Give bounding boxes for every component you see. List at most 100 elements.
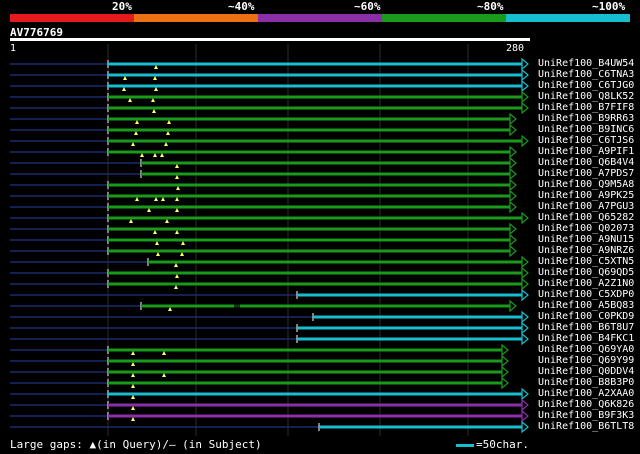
hit-arrow xyxy=(509,189,517,203)
query-gap-marker xyxy=(180,252,184,256)
hit-bar xyxy=(108,62,522,66)
hit-arrow xyxy=(521,420,529,434)
query-gap-marker xyxy=(131,142,135,146)
hit-bar xyxy=(108,95,522,99)
hit-arrow xyxy=(509,200,517,214)
hit-label[interactable]: UniRef100_A5BQ83 xyxy=(538,300,634,311)
query-gap-marker xyxy=(175,274,179,278)
query-gap-marker xyxy=(131,373,135,377)
query-gap-marker xyxy=(131,362,135,366)
hit-arrow xyxy=(509,112,517,126)
hit-label[interactable]: UniRef100_B9INC6 xyxy=(538,124,634,135)
query-gap-marker xyxy=(176,186,180,190)
query-gap-marker xyxy=(154,65,158,69)
query-gap-marker xyxy=(155,241,159,245)
hit-label[interactable]: UniRef100_A9NU15 xyxy=(538,234,634,245)
query-gap-marker xyxy=(153,76,157,80)
hit-bar xyxy=(313,315,522,319)
hit-label[interactable]: UniRef100_B9F3K3 xyxy=(538,410,634,421)
query-gap-marker xyxy=(175,230,179,234)
hit-label[interactable]: UniRef100_Q69QD5 xyxy=(538,267,634,278)
hit-arrow xyxy=(501,354,509,368)
hit-bar xyxy=(108,282,522,286)
hit-bar xyxy=(141,161,510,165)
query-gap-marker xyxy=(131,417,135,421)
hit-label[interactable]: UniRef100_Q0DDV4 xyxy=(538,366,634,377)
query-gap-marker xyxy=(168,307,172,311)
hit-label[interactable]: UniRef100_Q6K826 xyxy=(538,399,634,410)
hit-label[interactable]: UniRef100_Q9M5A8 xyxy=(538,179,634,190)
hit-label[interactable]: UniRef100_C6TJG0 xyxy=(538,80,634,91)
scale-label: =50char. xyxy=(476,438,529,451)
hit-bar xyxy=(108,194,510,198)
hit-arrow xyxy=(521,277,529,291)
query-gap-marker xyxy=(181,241,185,245)
hit-label[interactable]: UniRef100_B9RR63 xyxy=(538,113,634,124)
scale-bar xyxy=(456,443,474,447)
hit-label[interactable]: UniRef100_A2Z1N0 xyxy=(538,278,634,289)
query-gap-marker xyxy=(175,197,179,201)
hit-arrow xyxy=(509,299,517,313)
hit-label[interactable]: UniRef100_B4FKC1 xyxy=(538,333,634,344)
hit-label[interactable]: UniRef100_C5XDP0 xyxy=(538,289,634,300)
hit-label[interactable]: UniRef100_B4UW54 xyxy=(538,58,634,69)
query-gap-marker xyxy=(131,351,135,355)
hit-label[interactable]: UniRef100_B6TLT8 xyxy=(538,421,634,432)
hit-label[interactable]: UniRef100_B7FIF8 xyxy=(538,102,634,113)
hit-bar xyxy=(108,150,510,154)
query-gap-marker xyxy=(129,219,133,223)
hit-bar xyxy=(108,227,510,231)
hit-label[interactable]: UniRef100_C5XTN5 xyxy=(538,256,634,267)
hit-label[interactable]: UniRef100_Q65282 xyxy=(538,212,634,223)
hit-label[interactable]: UniRef100_B8B3P0 xyxy=(538,377,634,388)
hit-arrow xyxy=(521,134,529,148)
hit-label[interactable]: UniRef100_C0PKD9 xyxy=(538,311,634,322)
hit-bar xyxy=(108,414,522,418)
hit-label[interactable]: UniRef100_Q6B4V4 xyxy=(538,157,634,168)
query-gap-marker xyxy=(131,406,135,410)
hit-label[interactable]: UniRef100_B6T8U7 xyxy=(538,322,634,333)
query-gap-marker xyxy=(165,219,169,223)
hit-bar xyxy=(108,392,522,396)
query-gap-marker xyxy=(152,109,156,113)
hit-bar xyxy=(108,348,502,352)
query-gap-marker xyxy=(156,252,160,256)
hit-arrow xyxy=(521,409,529,423)
query-gap-marker xyxy=(153,153,157,157)
hit-label[interactable]: UniRef100_A7PGU3 xyxy=(538,201,634,212)
query-gap-marker xyxy=(140,153,144,157)
hit-label[interactable]: UniRef100_A9PIF1 xyxy=(538,146,634,157)
hit-label[interactable]: UniRef100_Q02073 xyxy=(538,223,634,234)
hit-label[interactable]: UniRef100_A9NRZ6 xyxy=(538,245,634,256)
hit-label[interactable]: UniRef100_Q69Y99 xyxy=(538,355,634,366)
hit-label[interactable]: UniRef100_Q69YA0 xyxy=(538,344,634,355)
hit-label[interactable]: UniRef100_C6TNA3 xyxy=(538,69,634,80)
hit-arrow xyxy=(501,376,509,390)
hit-bar xyxy=(108,370,502,374)
hit-label[interactable]: UniRef100_Q8LK52 xyxy=(538,91,634,102)
hit-label[interactable]: UniRef100_A2XAA0 xyxy=(538,388,634,399)
hit-bar xyxy=(108,403,522,407)
hit-bar xyxy=(141,304,510,308)
hit-bar xyxy=(108,117,510,121)
hit-label[interactable]: UniRef100_A9PK25 xyxy=(538,190,634,201)
hit-label[interactable]: UniRef100_A7PDS7 xyxy=(538,168,634,179)
query-gap-marker xyxy=(151,98,155,102)
query-gap-marker xyxy=(167,120,171,124)
query-gap-marker xyxy=(174,285,178,289)
hit-arrow xyxy=(509,156,517,170)
hit-arrow xyxy=(521,332,529,346)
hit-label[interactable]: UniRef100_C6TJS6 xyxy=(538,135,634,146)
hit-arrow xyxy=(501,365,509,379)
hit-bar xyxy=(297,293,522,297)
query-gap-marker xyxy=(162,351,166,355)
query-gap-marker xyxy=(175,175,179,179)
hit-arrow xyxy=(521,68,529,82)
hit-bar xyxy=(108,359,502,363)
hit-bar xyxy=(108,106,522,110)
query-gap-marker xyxy=(131,395,135,399)
hit-bar xyxy=(108,216,522,220)
hit-bar xyxy=(108,84,522,88)
hit-arrow xyxy=(509,222,517,236)
query-gap-marker xyxy=(166,131,170,135)
